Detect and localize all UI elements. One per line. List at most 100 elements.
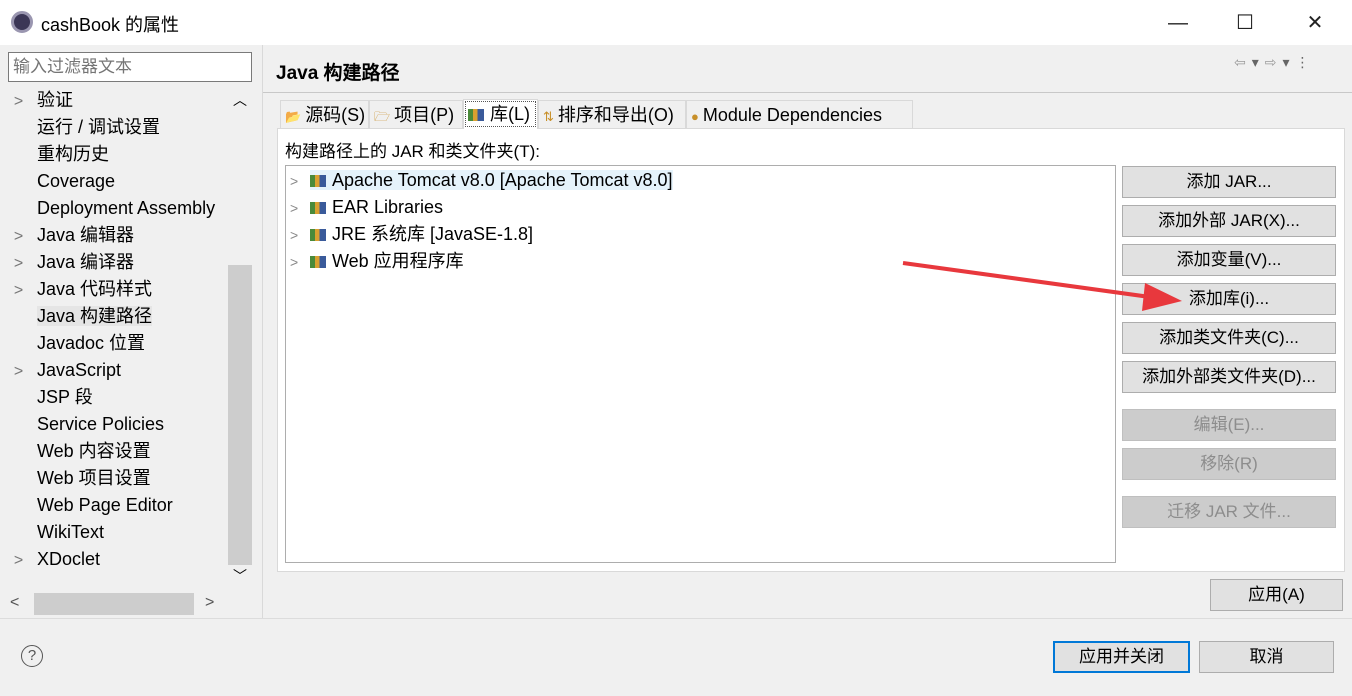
sidebar-item[interactable]: 运行 / 调试设置 (0, 114, 228, 141)
sidebar-item[interactable]: 重构历史 (0, 141, 228, 168)
chevron-right-icon[interactable]: > (0, 250, 37, 276)
pane-divider[interactable] (262, 45, 263, 618)
sidebar-item-label: Web 项目设置 (37, 468, 151, 488)
apply-and-close-button[interactable]: 应用并关闭 (1053, 641, 1190, 673)
sidebar-item[interactable]: JSP 段 (0, 384, 228, 411)
library-icon (310, 202, 326, 215)
sidebar-item-label: XDoclet (37, 549, 101, 569)
side-button[interactable]: 添加外部类文件夹(D)... (1122, 361, 1336, 393)
sidebar-item[interactable]: Web 项目设置 (0, 465, 228, 492)
apply-button[interactable]: 应用(A) (1210, 579, 1343, 611)
sidebar-item-label: Javadoc 位置 (37, 333, 146, 353)
library-row[interactable]: > EAR Libraries (290, 194, 443, 221)
side-button[interactable]: 添加 JAR... (1122, 166, 1336, 198)
sidebar-hscroll-thumb[interactable] (34, 593, 194, 615)
chevron-right-icon[interactable]: > (290, 168, 310, 195)
side-button[interactable]: 添加类文件夹(C)... (1122, 322, 1336, 354)
title-bar: cashBook 的属性 — ☐ ✕ (0, 0, 1352, 45)
sidebar-scroll-thumb[interactable] (228, 265, 252, 565)
cancel-button[interactable]: 取消 (1199, 641, 1334, 673)
sidebar-item-label: Java 编译器 (37, 252, 135, 272)
header-divider (263, 92, 1352, 93)
side-button[interactable]: 添加库(i)... (1122, 283, 1336, 315)
sidebar-item[interactable]: > Java 编译器 (0, 249, 228, 276)
tab-label: 库(L) (490, 104, 530, 124)
forward-menu-icon[interactable]: ▾ (1283, 54, 1296, 70)
chevron-right-icon[interactable]: > (290, 222, 310, 249)
chevron-right-icon[interactable]: > (290, 249, 310, 276)
library-label: JRE 系统库 [JavaSE-1.8] (332, 224, 534, 244)
side-button[interactable]: 添加外部 JAR(X)... (1122, 205, 1336, 237)
tab-label: 项目(P) (394, 105, 455, 125)
side-button[interactable]: 迁移 JAR 文件... (1122, 496, 1336, 528)
chevron-right-icon[interactable]: > (0, 88, 37, 114)
sidebar-item[interactable]: > Java 编辑器 (0, 222, 228, 249)
module-icon: ● (691, 109, 699, 124)
sidebar-item-label: Web Page Editor (37, 495, 173, 515)
sidebar-item[interactable]: Java 构建路径 (0, 303, 228, 330)
library-icon (310, 256, 326, 269)
order-export-icon: ⇅ (543, 109, 554, 124)
minimize-button[interactable]: — (1158, 8, 1198, 38)
sidebar-item-label: JSP 段 (37, 387, 93, 407)
sidebar-item[interactable]: > XDoclet (0, 546, 228, 573)
sidebar-item[interactable]: Coverage (0, 168, 228, 195)
sidebar-item-label: Java 编辑器 (37, 225, 135, 245)
source-folder-icon: 📂 (285, 109, 302, 124)
scroll-left-icon[interactable]: < (10, 594, 19, 612)
chevron-right-icon[interactable]: > (290, 195, 310, 222)
eclipse-gear-icon (11, 11, 33, 33)
sidebar-item[interactable]: > JavaScript (0, 357, 228, 384)
window-title: cashBook 的属性 (41, 15, 180, 35)
tab[interactable]: 🗁 项目(P) (369, 100, 463, 128)
sidebar-item-label: 运行 / 调试设置 (37, 117, 161, 137)
more-icon[interactable]: ⋮ (1296, 54, 1316, 70)
tab[interactable]: ⇅ 排序和导出(O) (538, 100, 686, 128)
side-button[interactable]: 移除(R) (1122, 448, 1336, 480)
tab-label: 排序和导出(O) (557, 105, 674, 125)
sidebar-item-label: Coverage (37, 171, 116, 191)
scroll-up-icon[interactable]: ︿ (230, 90, 250, 110)
close-button[interactable]: ✕ (1295, 8, 1335, 38)
project-folder-icon: 🗁 (374, 109, 391, 124)
back-icon[interactable]: ⇦ (1234, 54, 1252, 70)
sidebar-item[interactable]: WikiText (0, 519, 228, 546)
side-button[interactable]: 编辑(E)... (1122, 409, 1336, 441)
tab[interactable]: 库(L) (463, 99, 538, 129)
sidebar-item-label: Deployment Assembly (37, 198, 216, 218)
library-row[interactable]: > JRE 系统库 [JavaSE-1.8] (290, 221, 533, 248)
chevron-right-icon[interactable]: > (0, 277, 37, 303)
sidebar-item-label: 重构历史 (37, 144, 109, 164)
maximize-button[interactable]: ☐ (1225, 8, 1265, 38)
sidebar-item[interactable]: Deployment Assembly (0, 195, 228, 222)
tab-label: Module Dependencies (702, 105, 882, 125)
tab[interactable]: ● Module Dependencies (686, 100, 913, 128)
filter-input[interactable] (8, 52, 252, 82)
forward-icon[interactable]: ⇨ (1265, 54, 1283, 70)
scroll-right-icon[interactable]: > (205, 594, 214, 612)
side-button[interactable]: 添加变量(V)... (1122, 244, 1336, 276)
sidebar-item-label: WikiText (37, 522, 104, 542)
chevron-right-icon[interactable]: > (0, 358, 37, 384)
tab-label: 源码(S) (305, 105, 366, 125)
scroll-down-icon[interactable]: ﹀ (230, 566, 250, 586)
sidebar-item[interactable]: > Java 代码样式 (0, 276, 228, 303)
sidebar-item[interactable]: > 验证 (0, 87, 228, 114)
back-menu-icon[interactable]: ▾ (1252, 54, 1265, 70)
sidebar-item[interactable]: Javadoc 位置 (0, 330, 228, 357)
sidebar-item-label: Java 构建路径 (37, 306, 153, 326)
chevron-right-icon[interactable]: > (0, 547, 37, 573)
sidebar-item[interactable]: Web Page Editor (0, 492, 228, 519)
tab[interactable]: 📂 源码(S) (280, 100, 369, 128)
sidebar-item-label: JavaScript (37, 360, 122, 380)
library-row[interactable]: > Web 应用程序库 (290, 248, 464, 275)
library-icon (468, 109, 484, 122)
sidebar-item-label: Web 内容设置 (37, 441, 151, 461)
help-icon[interactable]: ? (21, 645, 43, 667)
page-title: Java 构建路径 (276, 63, 400, 84)
sidebar-item[interactable]: Service Policies (0, 411, 228, 438)
library-row[interactable]: > Apache Tomcat v8.0 [Apache Tomcat v8.0] (290, 167, 673, 194)
sidebar-item[interactable]: Web 内容设置 (0, 438, 228, 465)
library-label: Apache Tomcat v8.0 [Apache Tomcat v8.0] (332, 170, 673, 190)
chevron-right-icon[interactable]: > (0, 223, 37, 249)
